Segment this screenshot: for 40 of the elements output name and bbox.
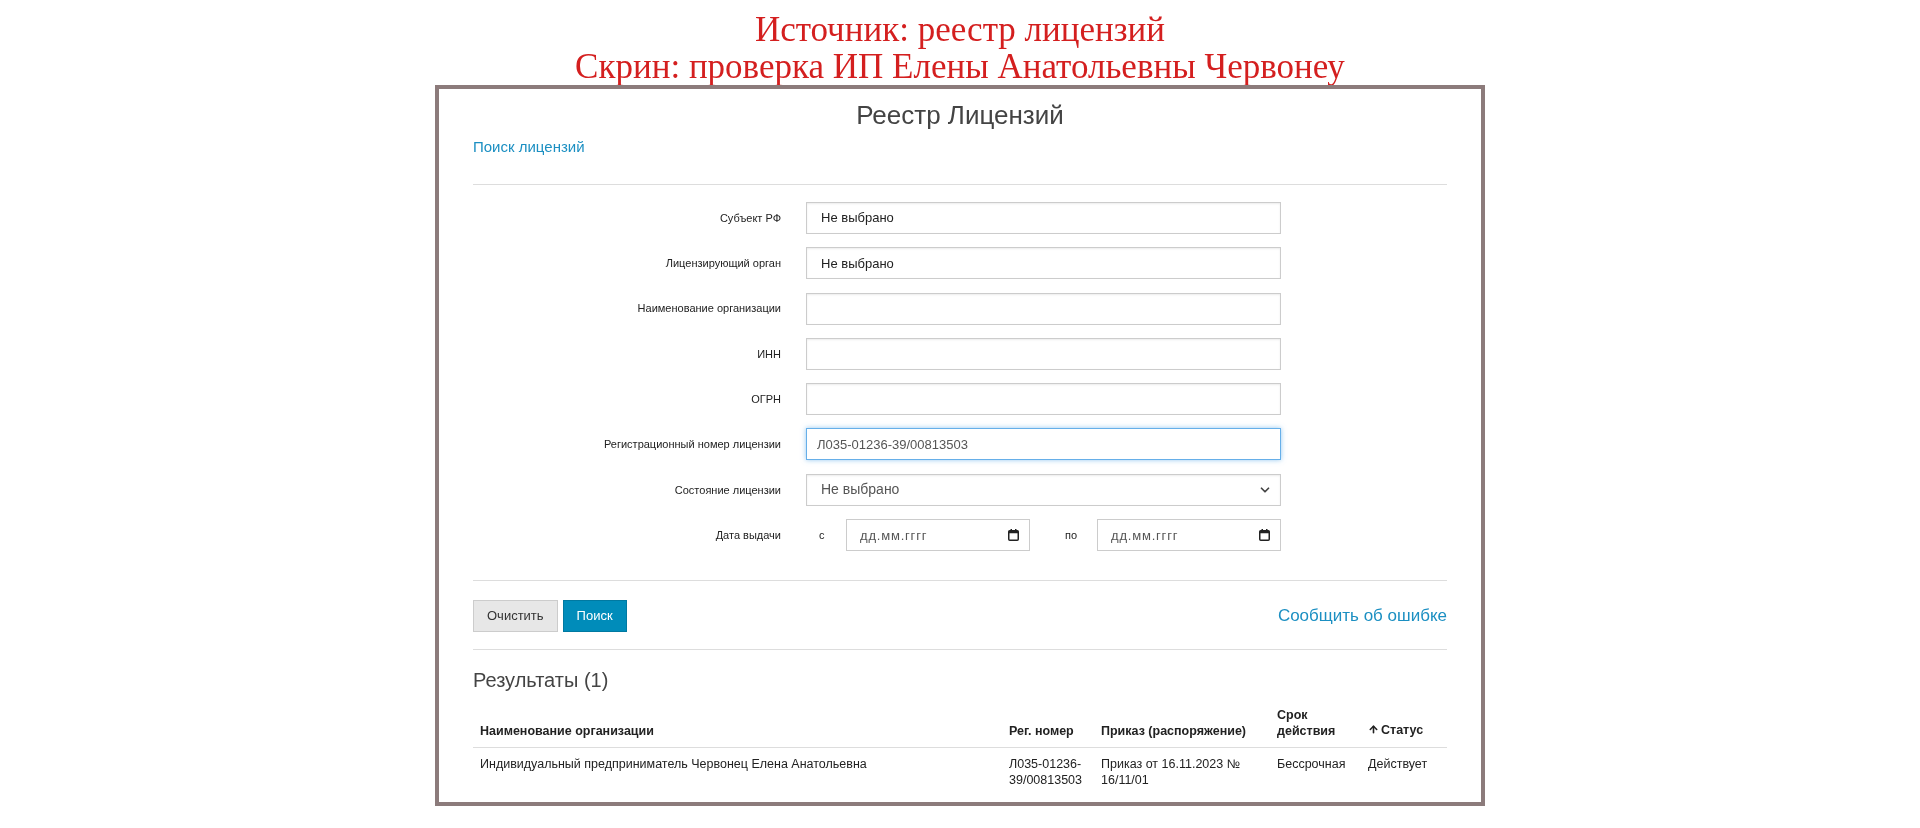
select-field[interactable]: Не выбрано [806, 202, 1281, 234]
range-label: с [818, 527, 826, 543]
field-label: Лицензирующий орган [664, 256, 781, 272]
text-field[interactable] [806, 292, 1281, 325]
column-header[interactable]: Приказ (распоряжение) [1094, 699, 1270, 748]
page-title: Реестр Лицензий [856, 99, 1064, 131]
field-label: Дата выдачи [714, 527, 781, 543]
report-error-link[interactable]: Сообщить об ошибке [1277, 603, 1447, 629]
table-cell: Индивидуальный предприниматель Червонец Елена Анатольевна [473, 747, 1002, 797]
field-label: ИНН [756, 346, 781, 362]
column-header[interactable]: Срок действия [1270, 699, 1361, 748]
table-cell: Приказ от 16.11.2023 № 16/11/01 [1094, 747, 1270, 797]
calendar-icon[interactable] [1259, 529, 1270, 542]
results-heading: Результаты (1) [473, 668, 609, 694]
caption-line: Источник: реестр лицензий [754, 11, 1166, 48]
column-header[interactable]: Статус [1381, 721, 1424, 738]
column-header[interactable]: Рег. номер [1002, 699, 1094, 748]
date-field[interactable]: дд.мм.гггг [1097, 519, 1281, 552]
table-cell: Действует [1361, 747, 1447, 797]
text-field[interactable] [806, 383, 1281, 416]
range-label: по [1064, 527, 1079, 543]
dropdown-field[interactable]: Не выбрано [806, 473, 1281, 506]
field-label: Состояние лицензии [673, 482, 781, 498]
caption-line: Скрин: проверка ИП Елены Анатольевны Червонеу [575, 48, 1345, 85]
table-cell: Бессрочная [1270, 747, 1361, 797]
text-field[interactable] [806, 337, 1281, 370]
clear-button[interactable]: Очистить [473, 600, 558, 633]
search-link[interactable]: Поиск лицензий [473, 137, 585, 157]
calendar-icon[interactable] [1008, 529, 1019, 542]
select-field[interactable]: Не выбрано [806, 247, 1281, 280]
field-label: Регистрационный номер лицензии [602, 437, 781, 453]
field-label: ОГРН [750, 391, 781, 407]
table-cell: Л035-01236-39/00813503 [1002, 747, 1094, 797]
search-button[interactable]: Поиск [562, 600, 627, 633]
column-header[interactable]: Наименование организации [473, 699, 1002, 748]
text-field[interactable]: Л035-01236-39/00813503 [806, 428, 1281, 461]
date-field[interactable]: дд.мм.гггг [846, 519, 1030, 552]
sort-arrow-up-icon[interactable] [1368, 724, 1379, 736]
field-label: Наименование организации [636, 301, 781, 317]
field-label: Субъект РФ [718, 210, 781, 226]
